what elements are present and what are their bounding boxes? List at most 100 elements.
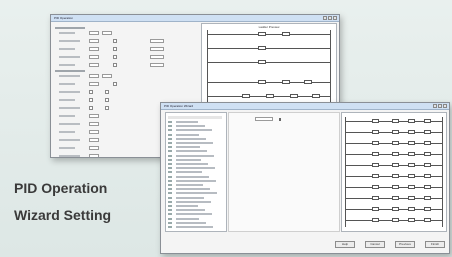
checkbox[interactable]	[113, 55, 117, 59]
list-item[interactable]	[168, 192, 172, 195]
checkbox[interactable]	[113, 82, 117, 86]
list-item[interactable]	[168, 133, 172, 136]
list-item[interactable]	[168, 175, 172, 178]
list-item[interactable]	[168, 205, 172, 207]
list-item[interactable]	[168, 142, 172, 144]
form-row	[55, 89, 197, 95]
contact-box	[258, 60, 266, 64]
dropdown[interactable]	[150, 47, 164, 51]
close-button[interactable]	[333, 16, 337, 20]
field-input[interactable]	[89, 39, 99, 43]
ladder-preview	[341, 112, 447, 232]
contact-box	[392, 119, 399, 123]
list-item[interactable]	[168, 226, 172, 228]
radio[interactable]	[89, 90, 93, 94]
caption-line-1: PID Operation	[14, 180, 108, 196]
field-input[interactable]	[102, 31, 112, 35]
radio[interactable]	[89, 106, 93, 110]
form-row	[55, 81, 197, 87]
list-item-label	[176, 205, 198, 207]
cancel-button[interactable]: Cancel	[365, 241, 385, 248]
radio[interactable]	[105, 90, 109, 94]
form-row	[55, 38, 197, 44]
contact-box	[392, 207, 399, 211]
contact-box	[372, 218, 379, 222]
field-input[interactable]	[89, 47, 99, 51]
field-input[interactable]	[89, 114, 99, 118]
radio[interactable]	[89, 98, 93, 102]
contact-box	[424, 119, 431, 123]
list-item-label	[176, 163, 208, 165]
field-input[interactable]	[89, 154, 99, 157]
section-header	[55, 70, 85, 72]
form-row	[55, 30, 197, 36]
instruction-list[interactable]	[165, 112, 227, 232]
list-item[interactable]	[168, 213, 172, 216]
field-input[interactable]	[89, 146, 99, 150]
help-button[interactable]: Help	[335, 241, 355, 248]
field-input[interactable]	[89, 31, 99, 35]
list-item-label	[176, 129, 212, 132]
list-item[interactable]	[168, 200, 172, 203]
field-input[interactable]	[89, 55, 99, 59]
contact-box	[424, 207, 431, 211]
ladder-title: Ladder Preview	[258, 25, 280, 29]
list-item[interactable]	[168, 196, 172, 199]
list-item-label	[176, 213, 212, 216]
list-item[interactable]	[168, 221, 172, 224]
field-input[interactable]	[89, 122, 99, 126]
radio[interactable]	[105, 106, 109, 110]
list-item[interactable]	[168, 209, 172, 212]
contact-box	[258, 32, 266, 36]
list-item[interactable]	[168, 184, 172, 186]
list-item-label	[176, 217, 199, 220]
list-item[interactable]	[168, 121, 172, 123]
close-button[interactable]	[443, 104, 447, 108]
field-input[interactable]	[102, 74, 112, 78]
finish-button[interactable]: Finish	[425, 241, 445, 248]
list-item[interactable]	[168, 146, 172, 149]
list-item[interactable]	[168, 129, 172, 132]
list-item-label	[176, 171, 202, 174]
contact-box	[424, 163, 431, 167]
list-item[interactable]	[168, 217, 172, 220]
list-item[interactable]	[168, 167, 172, 170]
list-item[interactable]	[168, 125, 172, 128]
dropdown[interactable]	[150, 55, 164, 59]
dropdown[interactable]	[150, 63, 164, 67]
contact-box	[408, 163, 415, 167]
list-item[interactable]	[168, 188, 172, 191]
list-item[interactable]	[168, 171, 172, 174]
contact-box	[372, 141, 379, 145]
contact-box	[266, 94, 274, 98]
list-item-label	[176, 167, 215, 170]
list-item[interactable]	[168, 150, 172, 153]
field-input[interactable]	[89, 82, 99, 86]
list-item[interactable]	[168, 163, 172, 165]
spin-icon[interactable]	[279, 118, 281, 121]
maximize-button[interactable]	[438, 104, 442, 108]
field-input[interactable]	[89, 138, 99, 142]
list-item-label	[176, 209, 205, 212]
list-item[interactable]	[168, 179, 172, 182]
checkbox[interactable]	[113, 63, 117, 67]
ladder-rung	[207, 34, 331, 35]
list-item-label	[176, 125, 205, 128]
checkbox[interactable]	[113, 39, 117, 43]
contact-box	[408, 152, 415, 156]
list-item[interactable]	[168, 158, 172, 161]
radio[interactable]	[105, 98, 109, 102]
checkbox[interactable]	[113, 47, 117, 51]
field-input[interactable]	[89, 63, 99, 67]
dropdown[interactable]	[150, 39, 164, 43]
minimize-button[interactable]	[323, 16, 327, 20]
minimize-button[interactable]	[433, 104, 437, 108]
list-item[interactable]	[168, 137, 172, 140]
previous-button[interactable]: Previous	[395, 241, 415, 248]
maximize-button[interactable]	[328, 16, 332, 20]
field-input[interactable]	[89, 74, 99, 78]
contact-box	[242, 94, 250, 98]
field-input[interactable]	[255, 117, 273, 121]
field-input[interactable]	[89, 130, 99, 134]
list-item[interactable]	[168, 154, 172, 157]
